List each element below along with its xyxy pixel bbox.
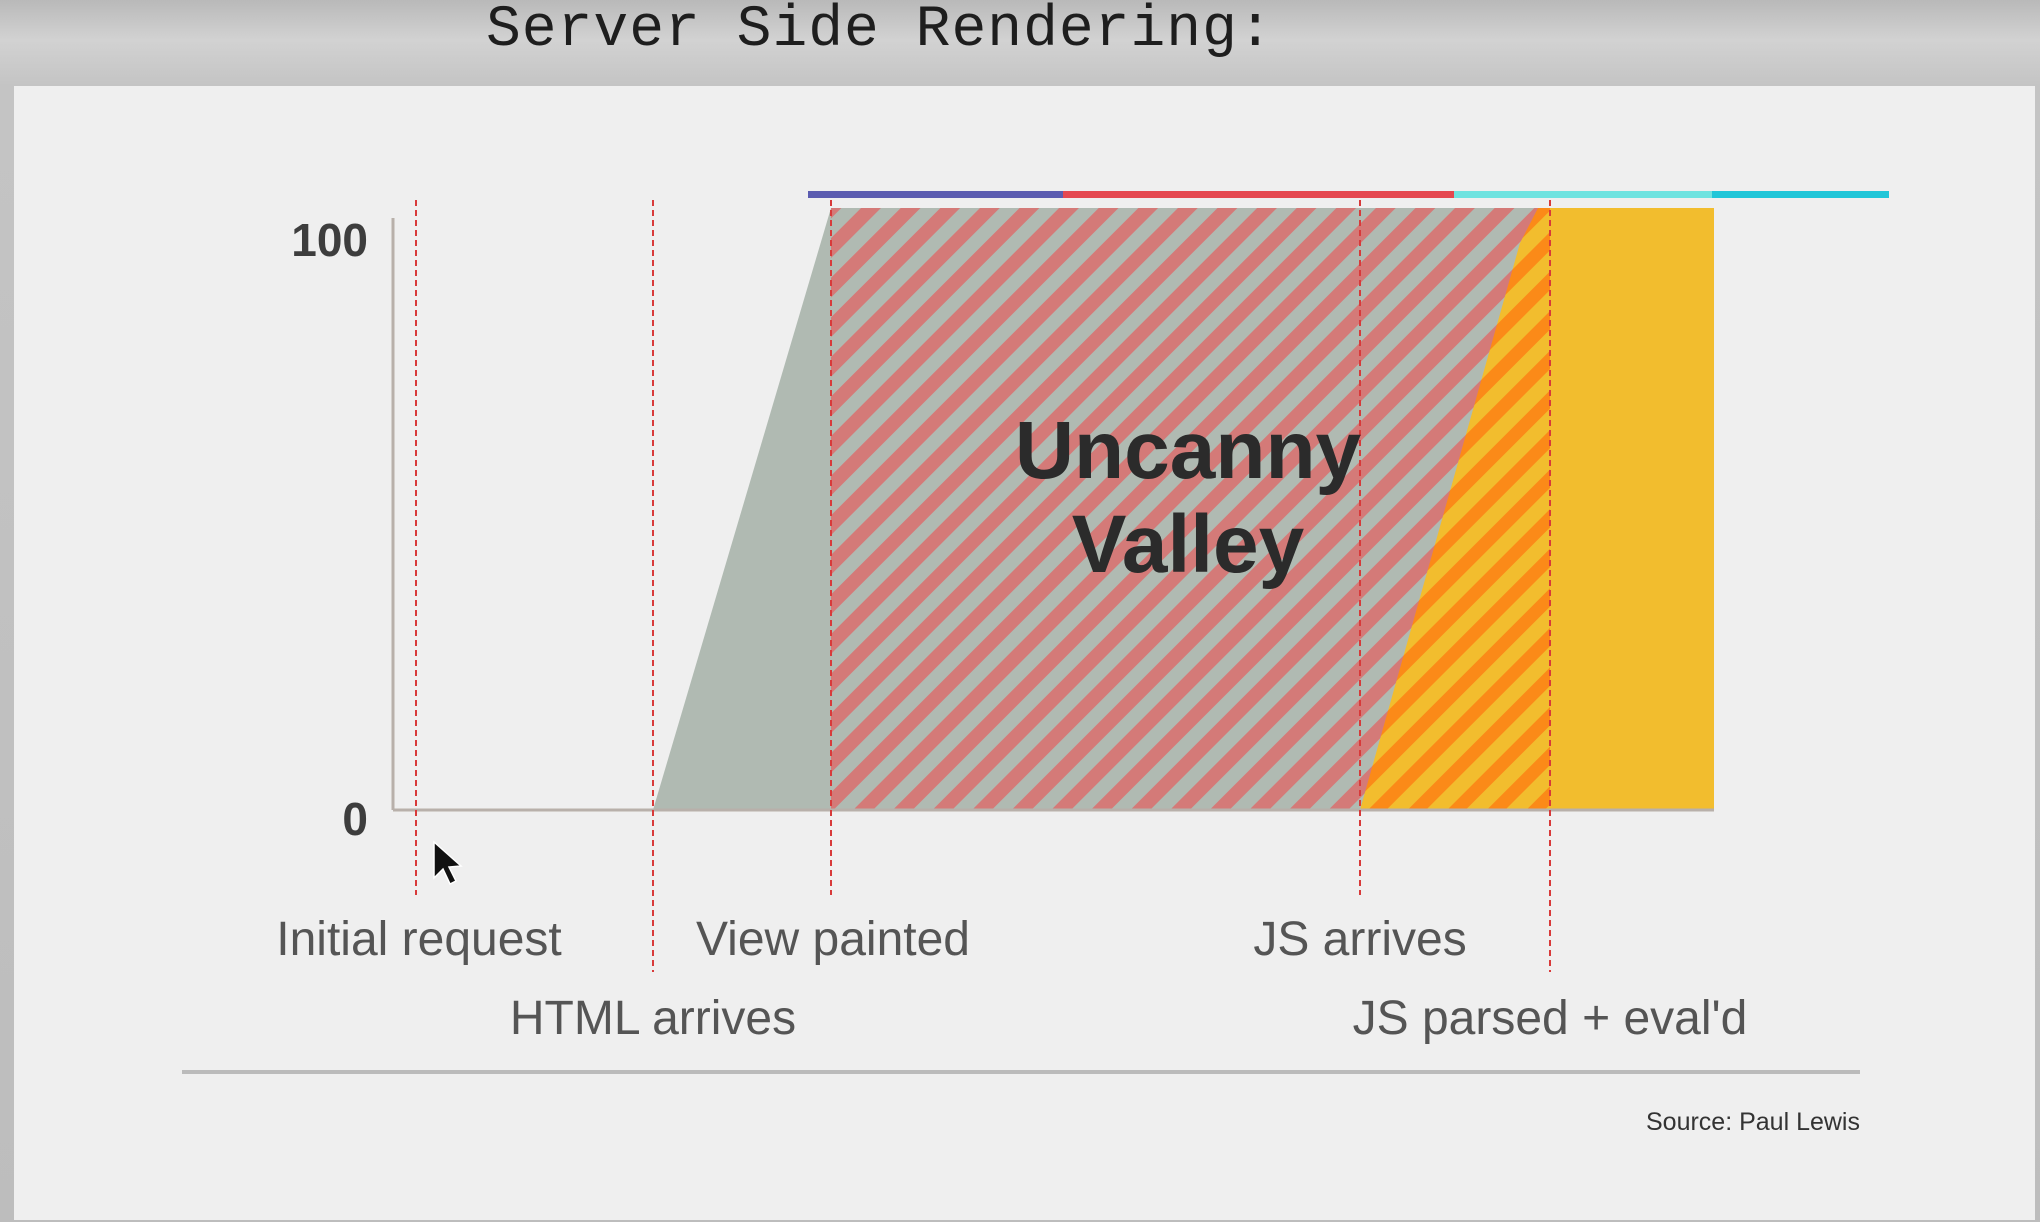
milestone-label: View painted xyxy=(696,913,970,966)
y-tick-label: 100 xyxy=(291,214,368,266)
source-credit: Source: Paul Lewis xyxy=(1645,1108,1860,1136)
top-bar-segment xyxy=(1712,191,1889,198)
milestone-label: JS arrives xyxy=(1253,913,1466,966)
annotation-text: Valley xyxy=(1072,499,1305,590)
milestone-labels: Initial request HTML arrives View painted J… xyxy=(276,913,1747,1045)
mouse-cursor-icon xyxy=(433,840,463,886)
milestone-label: Initial request xyxy=(276,913,562,966)
ssr-chart: 100 0 Initial request HTML arrives View pai… xyxy=(182,191,1889,1074)
y-tick-label: 0 xyxy=(342,793,368,845)
ready-area xyxy=(1550,208,1714,810)
top-bar-segment xyxy=(1063,191,1454,198)
top-bar-segment xyxy=(808,191,1063,198)
milestone-label: JS parsed + eval'd xyxy=(1353,992,1748,1045)
annotation-text: Uncanny xyxy=(1015,405,1362,496)
loading-ramp-area xyxy=(653,208,831,810)
top-bar xyxy=(808,191,1889,198)
top-bar-segment xyxy=(1454,191,1712,198)
milestone-label: HTML arrives xyxy=(510,992,796,1045)
